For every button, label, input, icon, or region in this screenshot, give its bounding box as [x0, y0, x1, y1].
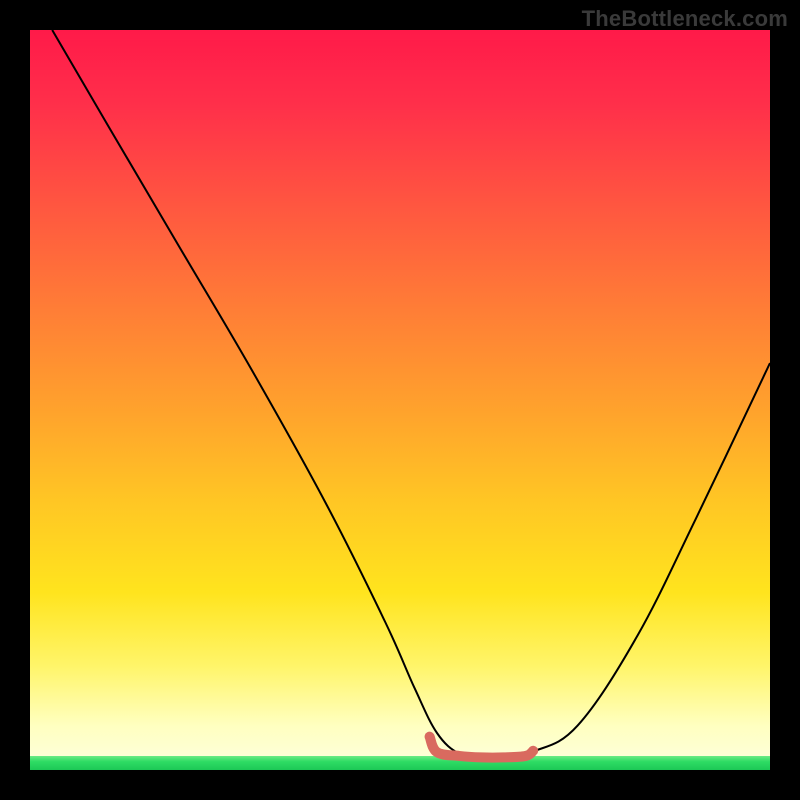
optimal-range-highlight [430, 737, 534, 758]
bottleneck-curve [52, 30, 770, 758]
curve-layer [30, 30, 770, 770]
plot-area [30, 30, 770, 770]
chart-frame: TheBottleneck.com [0, 0, 800, 800]
watermark-text: TheBottleneck.com [582, 6, 788, 32]
